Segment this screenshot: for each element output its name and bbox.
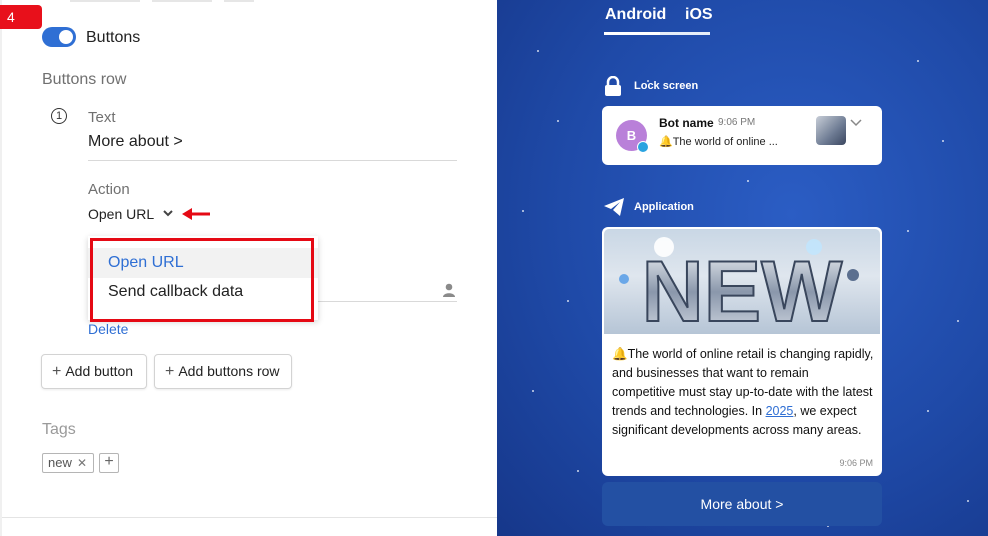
message-editor-panel: 4 Buttons Buttons row 1 Text More about … [0, 0, 497, 536]
inline-url-button[interactable]: More about > [602, 482, 882, 526]
star [557, 120, 559, 122]
close-icon[interactable]: ✕ [77, 454, 87, 472]
star [537, 50, 539, 52]
telegram-plane-icon [604, 198, 624, 216]
star [957, 320, 959, 322]
user-icon[interactable] [443, 283, 455, 297]
action-field-label: Action [88, 181, 130, 198]
delete-button-link[interactable]: Delete [88, 321, 128, 337]
tab-stub [224, 0, 254, 2]
star [522, 210, 524, 212]
star [907, 230, 909, 232]
message-time: 9:06 PM [839, 458, 873, 468]
buttons-toggle-label: Buttons [86, 29, 141, 46]
lock-screen-notification: B Bot name 9:06 PM 🔔The world of online … [602, 106, 882, 165]
text-field-label: Text [88, 109, 116, 126]
add-button-label: Add button [65, 363, 134, 379]
add-tag-button[interactable]: + [99, 453, 119, 473]
new-banner-image: NEW [619, 237, 859, 334]
tag-label: new [48, 455, 72, 470]
tab-stub [70, 0, 140, 2]
buttons-toggle[interactable] [42, 27, 76, 47]
text-field-underline [88, 160, 457, 161]
chevron-down-icon[interactable] [850, 118, 862, 128]
new-word: NEW [642, 244, 843, 334]
action-select[interactable]: Open URL [88, 206, 154, 222]
bottom-divider [2, 517, 497, 518]
button-text-input[interactable]: More about > [88, 133, 183, 151]
star [942, 140, 944, 142]
plus-icon: + [165, 363, 175, 380]
toggle-knob [59, 30, 73, 44]
star [747, 180, 749, 182]
tab-ios[interactable]: iOS [685, 6, 713, 24]
star [567, 300, 569, 302]
plus-icon: + [52, 363, 62, 380]
step-badge: 4 [0, 5, 42, 29]
add-buttons-row-label: Add buttons row [178, 363, 280, 379]
lock-icon [605, 76, 621, 96]
active-tab-indicator [604, 32, 660, 35]
telegram-icon [637, 141, 649, 153]
dropdown-highlight-box [90, 238, 314, 322]
star [927, 410, 929, 412]
chevron-down-icon[interactable] [163, 208, 173, 218]
tab-android[interactable]: Android [605, 6, 666, 24]
message-text: 🔔The world of online retail is changing … [612, 345, 874, 440]
star [967, 500, 969, 502]
year-link[interactable]: 2025 [766, 404, 794, 418]
notification-thumbnail [816, 116, 846, 145]
buttons-row-title: Buttons row [42, 71, 127, 88]
message-image: NEW [604, 229, 880, 334]
add-button-button[interactable]: + Add button [41, 354, 147, 389]
tab-stub [152, 0, 212, 2]
bot-name: Bot name [659, 116, 714, 130]
notification-text: 🔔The world of online ... [659, 136, 778, 148]
tags-title: Tags [42, 421, 76, 438]
star [532, 390, 534, 392]
application-label: Application [634, 201, 694, 213]
star [577, 470, 579, 472]
lock-screen-label: Lock screen [634, 80, 699, 92]
star [917, 60, 919, 62]
tag-chip: new ✕ [42, 453, 94, 473]
message-preview-panel: Android iOS Lock screen B Bot name 9:06 … [497, 0, 988, 536]
app-message-card: NEW 🔔The world of online retail is chang… [602, 227, 882, 476]
panel-border [0, 0, 2, 536]
add-buttons-row-button[interactable]: + Add buttons row [154, 354, 292, 389]
url-field-underline [318, 301, 457, 302]
row-number-badge: 1 [51, 108, 67, 124]
notification-time: 9:06 PM [718, 117, 756, 128]
red-arrow-left-icon [182, 208, 210, 220]
